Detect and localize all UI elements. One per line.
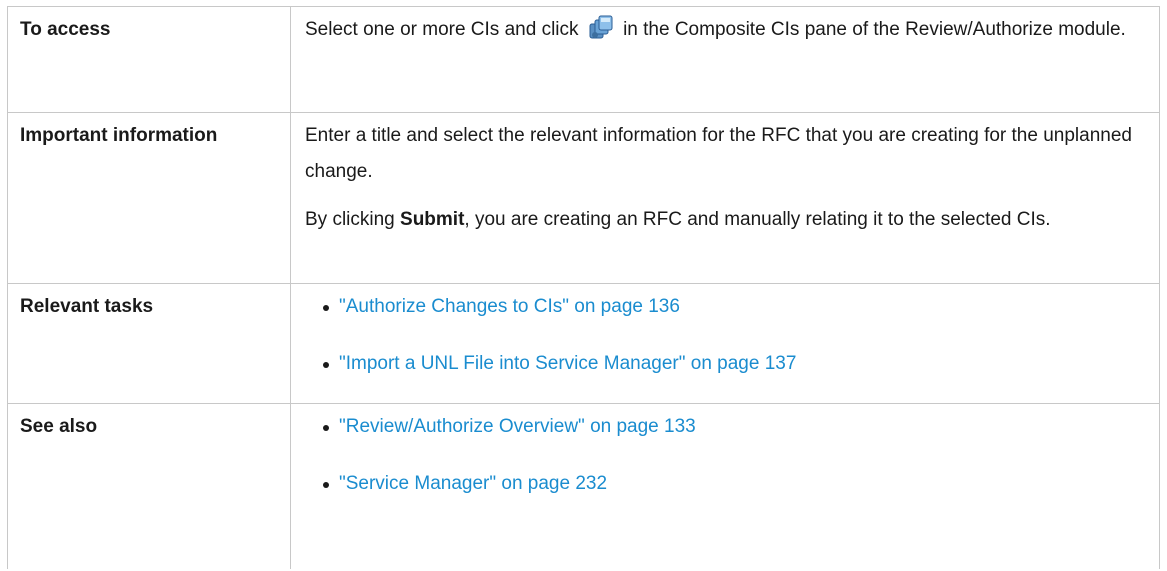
submit-emphasis: Submit	[400, 209, 465, 230]
row-see-also: See also "Review/Authorize Overview" on …	[7, 403, 1160, 569]
info-table: To access Select one or more CIs and cli…	[7, 6, 1160, 569]
list-item: "Service Manager" on page 232	[323, 466, 1145, 502]
label-to-access: To access	[7, 6, 291, 113]
composite-ci-rfc-icon	[588, 15, 614, 41]
access-text-before: Select one or more CIs and click	[305, 19, 579, 40]
important-p2-after: , you are creating an RFC and manually r…	[464, 209, 1051, 230]
label-see-also: See also	[7, 403, 291, 569]
important-p2-before: By clicking	[305, 209, 401, 230]
relevant-tasks-list: "Authorize Changes to CIs" on page 136 "…	[305, 289, 1145, 382]
value-to-access: Select one or more CIs and click in the …	[290, 6, 1160, 113]
important-paragraph-1: Enter a title and select the relevant in…	[305, 125, 1132, 182]
link-authorize-changes[interactable]: "Authorize Changes to CIs" on page 136	[339, 296, 680, 317]
link-import-unl-file[interactable]: "Import a UNL File into Service Manager"…	[339, 353, 796, 374]
access-text-after: in the Composite CIs pane of the Review/…	[623, 19, 1126, 40]
value-relevant-tasks: "Authorize Changes to CIs" on page 136 "…	[290, 283, 1160, 404]
list-item: "Authorize Changes to CIs" on page 136	[323, 289, 1145, 325]
important-paragraph-2: By clicking Submit, you are creating an …	[305, 202, 1145, 238]
list-item: "Review/Authorize Overview" on page 133	[323, 409, 1145, 445]
row-relevant-tasks: Relevant tasks "Authorize Changes to CIs…	[7, 283, 1160, 404]
value-important-information: Enter a title and select the relevant in…	[290, 112, 1160, 284]
label-important-information: Important information	[7, 112, 291, 284]
see-also-list: "Review/Authorize Overview" on page 133 …	[305, 409, 1145, 502]
row-important-information: Important information Enter a title and …	[7, 112, 1160, 284]
list-item: "Import a UNL File into Service Manager"…	[323, 346, 1145, 382]
label-relevant-tasks: Relevant tasks	[7, 283, 291, 404]
value-see-also: "Review/Authorize Overview" on page 133 …	[290, 403, 1160, 569]
link-review-authorize-overview[interactable]: "Review/Authorize Overview" on page 133	[339, 416, 696, 437]
row-to-access: To access Select one or more CIs and cli…	[7, 6, 1160, 113]
link-service-manager[interactable]: "Service Manager" on page 232	[339, 473, 607, 494]
